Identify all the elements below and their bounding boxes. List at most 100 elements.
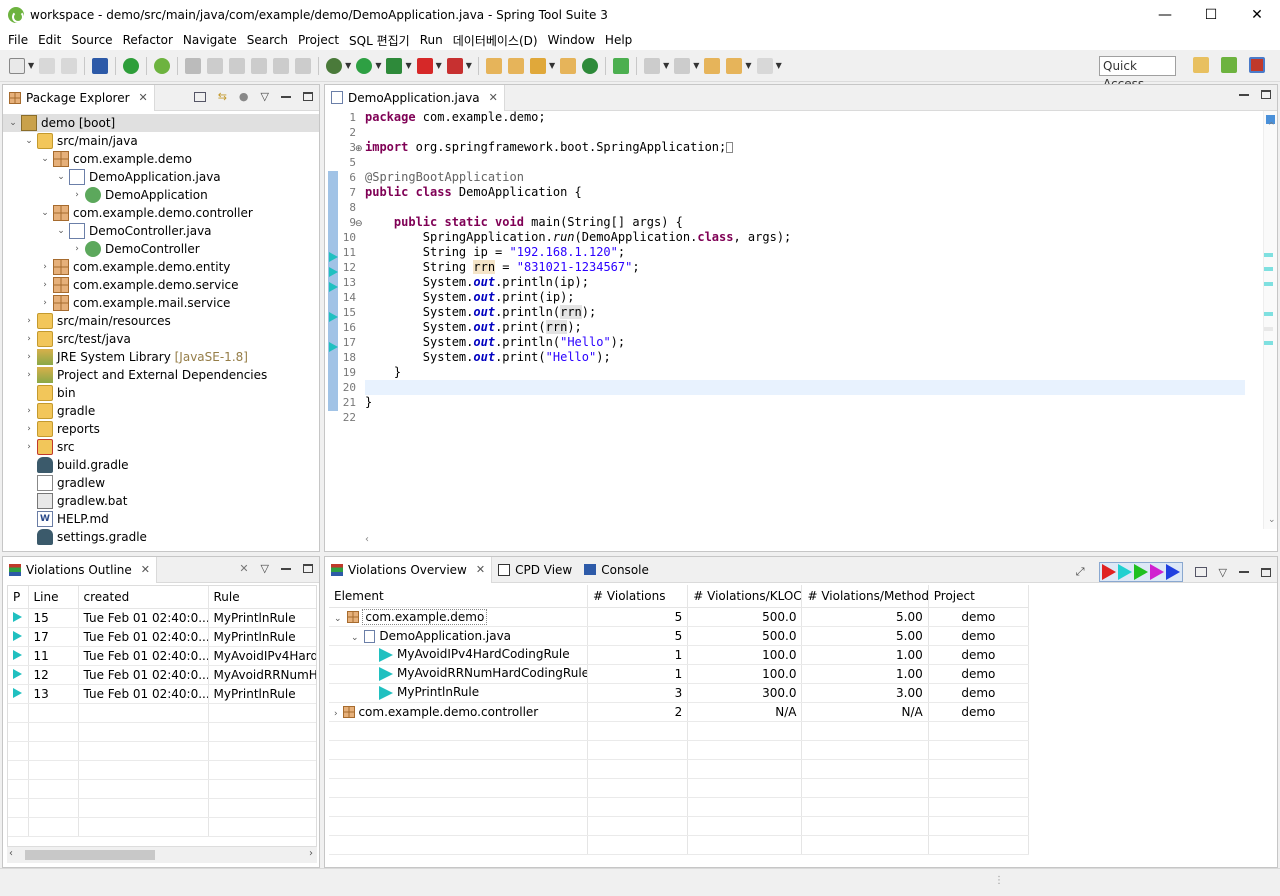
maximize-icon[interactable] [303, 564, 313, 573]
minimize-icon[interactable] [1239, 93, 1249, 96]
menu-edit[interactable]: Edit [33, 33, 66, 47]
table-row[interactable]: 15 Tue Feb 01 02:40:0... MyPrintlnRule [8, 608, 316, 628]
tree-item[interactable]: › DemoApplication [3, 186, 319, 204]
back-icon[interactable] [726, 57, 743, 74]
tree-item[interactable]: › JRE System Library [JavaSE-1.8] [3, 348, 319, 366]
close-button[interactable]: ✕ [1234, 0, 1280, 30]
quick-access-field[interactable]: Quick Access [1099, 56, 1176, 91]
priority-4-filter-icon[interactable] [1149, 564, 1164, 580]
block-selection-icon[interactable] [251, 57, 268, 74]
menu-refactor[interactable]: Refactor [118, 33, 178, 47]
minimize-icon[interactable] [281, 567, 291, 570]
scrollbar-thumb[interactable] [25, 850, 155, 860]
prev-annotation-icon[interactable] [674, 57, 691, 74]
table-row[interactable]: ⌄ com.example.demo 5 500.0 5.00 demo [329, 607, 1030, 627]
search-icon[interactable] [529, 57, 546, 74]
chevron-down-icon[interactable]: ▼ [28, 61, 34, 70]
tree-item[interactable]: gradlew.bat [3, 492, 319, 510]
scroll-left-icon[interactable]: ‹ [9, 848, 13, 859]
column-header[interactable]: Element [329, 585, 589, 608]
chevron-down-icon[interactable]: ▼ [405, 61, 411, 70]
menu-window[interactable]: Window [543, 33, 600, 47]
view-menu-icon[interactable]: ▽ [261, 562, 269, 575]
column-header[interactable]: # Violations/Method [801, 585, 929, 608]
globe-icon[interactable] [582, 57, 599, 74]
column-header[interactable]: P [8, 586, 29, 609]
menu-sql-editor[interactable]: SQL 편집기 [344, 32, 415, 49]
minimize-icon[interactable] [1239, 571, 1249, 573]
code-editor[interactable]: package com.example.demo; import org.spr… [365, 110, 1273, 530]
menu-navigate[interactable]: Navigate [178, 33, 242, 47]
last-edit-icon[interactable] [704, 57, 721, 74]
menu-help[interactable]: Help [600, 33, 637, 47]
view-menu-icon[interactable]: ▽ [261, 90, 269, 103]
tree-item[interactable]: › reports [3, 420, 319, 438]
link-icon[interactable]: ⤢ [1076, 565, 1085, 579]
menu-file[interactable]: File [3, 33, 33, 47]
chevron-down-icon[interactable]: ▼ [345, 61, 351, 70]
close-icon[interactable]: ✕ [476, 563, 485, 576]
table-row[interactable]: 12 Tue Feb 01 02:40:0... MyAvoidRRNumHa [8, 665, 316, 685]
close-icon[interactable]: ✕ [141, 563, 150, 576]
maximize-icon[interactable] [1261, 90, 1271, 99]
tab-violations-outline[interactable]: Violations Outline ✕ [3, 556, 157, 583]
external-tools-icon[interactable] [446, 57, 463, 74]
tree-item[interactable]: › Project and External Dependencies [3, 366, 319, 384]
maximize-icon[interactable] [303, 92, 313, 101]
menu-run[interactable]: Run [415, 33, 448, 47]
annotation-icon[interactable] [613, 57, 630, 74]
horizontal-scrollbar[interactable]: ‹ › [7, 847, 317, 863]
tree-item[interactable]: › src/main/resources [3, 312, 319, 330]
toggle-breadcrumb-icon[interactable] [229, 57, 246, 74]
column-header[interactable]: Project [928, 585, 1030, 608]
tree-item[interactable]: ⌄ DemoController.java [3, 222, 319, 240]
tree-item[interactable]: › DemoController [3, 240, 319, 258]
tree-item[interactable]: › gradle [3, 402, 319, 420]
tab-console[interactable]: Console [578, 557, 655, 583]
tree-item[interactable]: gradlew [3, 474, 319, 492]
fold-collapse-icon[interactable]: ⊖ [355, 219, 363, 229]
column-header[interactable]: # Violations [587, 585, 689, 608]
tree-item[interactable]: › com.example.demo.entity [3, 258, 319, 276]
stop-icon[interactable] [416, 57, 433, 74]
tree-item[interactable]: › com.example.demo.service [3, 276, 319, 294]
menu-project[interactable]: Project [293, 33, 344, 47]
open-perspective-icon[interactable] [1193, 57, 1209, 73]
folded-imports-icon[interactable] [726, 142, 734, 153]
remove-violation-icon[interactable]: ✕ [239, 562, 248, 575]
new-icon[interactable] [9, 57, 25, 74]
close-icon[interactable]: ✕ [489, 91, 498, 104]
console-icon[interactable] [92, 57, 109, 74]
chevron-down-icon[interactable]: ▼ [436, 61, 442, 70]
tree-item[interactable]: settings.gradle [3, 528, 319, 546]
tree-item[interactable]: ⌄ com.example.demo [3, 150, 319, 168]
spring-boot-dashboard-icon[interactable] [123, 57, 140, 74]
maximize-button[interactable]: ☐ [1188, 0, 1234, 30]
column-header[interactable]: created [78, 586, 209, 609]
chevron-down-icon[interactable]: ▼ [375, 61, 381, 70]
table-row[interactable]: › com.example.demo.controller 2 N/A N/A dem… [329, 702, 1030, 722]
open-task-icon[interactable] [507, 57, 524, 74]
maximize-icon[interactable] [1261, 567, 1271, 577]
menu-database[interactable]: 데이터베이스(D) [448, 32, 543, 49]
open-folder-icon[interactable] [560, 57, 577, 74]
tree-item[interactable]: W HELP.md [3, 510, 319, 528]
run-icon[interactable] [356, 57, 373, 74]
spring-icon[interactable] [154, 57, 171, 74]
view-menu-icon[interactable]: ▽ [1219, 566, 1227, 579]
next-annotation-icon[interactable] [644, 57, 661, 74]
tab-package-explorer[interactable]: Package Explorer ✕ [3, 84, 155, 111]
close-icon[interactable]: ✕ [139, 91, 148, 104]
tab-violations-overview[interactable]: Violations Overview ✕ [325, 556, 493, 583]
column-header[interactable]: # Violations/KLOC [687, 585, 803, 608]
tree-item[interactable]: build.gradle [3, 456, 319, 474]
priority-5-filter-icon[interactable] [1165, 564, 1180, 580]
tree-item[interactable]: › src [3, 438, 319, 456]
table-row[interactable]: MyAvoidRRNumHardCodingRule 1 100.0 1.00 dem… [329, 664, 1030, 684]
priority-3-filter-icon[interactable] [1133, 564, 1148, 580]
table-row[interactable]: MyPrintlnRule 3 300.0 3.00 demo [329, 683, 1030, 703]
spring-perspective-icon[interactable] [1221, 57, 1237, 73]
status-grip-icon[interactable]: ⋮ [994, 875, 1004, 886]
chevron-down-icon[interactable]: ▼ [466, 61, 472, 70]
save-icon[interactable] [39, 57, 56, 74]
